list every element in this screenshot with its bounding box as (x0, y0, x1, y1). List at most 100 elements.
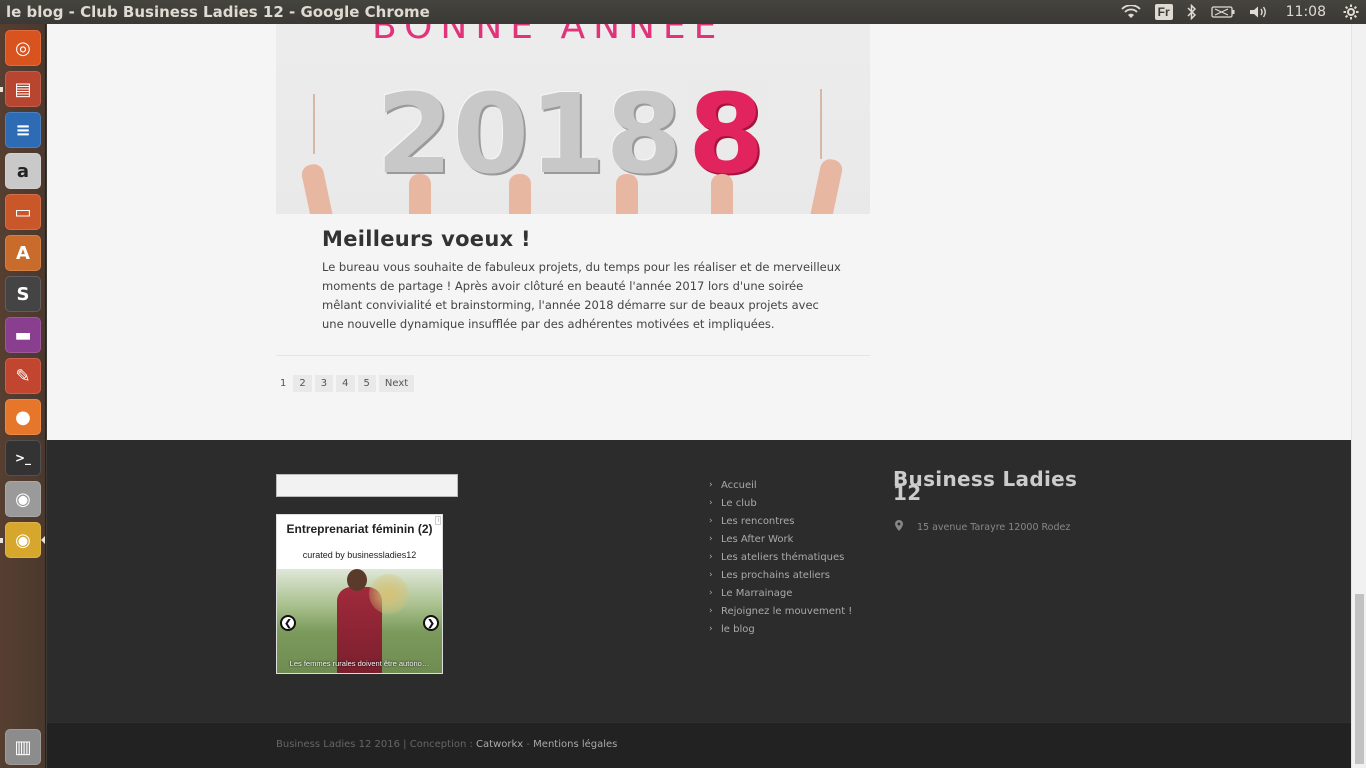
chevron-right-icon: › (709, 533, 713, 544)
chevron-right-icon: › (709, 623, 713, 634)
clock[interactable]: 11:08 (1276, 4, 1336, 20)
legal-link[interactable]: Mentions légales (533, 739, 617, 750)
footer-menu-label: Le Marrainage (721, 587, 793, 599)
camera-icon[interactable]: ◉ (5, 481, 41, 517)
running-indicator (0, 87, 3, 92)
footer-menu-item-le-club[interactable]: › Le club (709, 494, 852, 512)
hero-top-words: BONNE ANNEE (372, 24, 725, 47)
system-settings-icon[interactable]: ✎ (5, 358, 41, 394)
footer-brand: Business Ladies 12 (893, 467, 1078, 505)
app-window-icon[interactable]: ▬ (5, 317, 41, 353)
footer-menu-label: Les rencontres (721, 515, 795, 527)
chevron-right-icon: › (709, 497, 713, 508)
scoop-curated-by[interactable]: curated by businessladies12 (277, 550, 442, 560)
footer-menu-item-after-work[interactable]: › Les After Work (709, 530, 852, 548)
scrollbar-thumb[interactable] (1355, 594, 1364, 764)
focused-arrow-indicator (41, 536, 45, 544)
page-2-link[interactable]: 2 (293, 375, 312, 392)
chevron-right-icon: › (709, 479, 713, 490)
post-title[interactable]: Meilleurs voeux ! (322, 227, 531, 251)
wifi-icon[interactable] (1114, 0, 1148, 24)
hand-shape (616, 174, 638, 214)
woman-head (347, 569, 367, 591)
bluetooth-icon[interactable] (1180, 0, 1204, 24)
scoop-image[interactable]: ❮ ❯ Les femmes rurales doivent être auto… (277, 569, 442, 673)
footer-menu-label: Les ateliers thématiques (721, 551, 845, 563)
volume-icon[interactable] (1242, 0, 1276, 24)
ubuntu-dash-icon[interactable]: ◎ (5, 30, 41, 66)
hand-shape (409, 174, 431, 214)
next-arrow-icon[interactable]: ❯ (423, 615, 439, 631)
firefox-icon[interactable]: ● (5, 399, 41, 435)
launcher: ◎ ▤ ≡ a ▭ A S ▬ ✎ ● >_ ◉ ◉ ▥ (0, 24, 46, 768)
footer-menu-label: Les After Work (721, 533, 794, 545)
page-1: 1 (280, 378, 287, 389)
chevron-right-icon: › (709, 605, 713, 616)
footer-menu-item-marrainage[interactable]: › Le Marrainage (709, 584, 852, 602)
scoopit-widget[interactable]: Entreprenariat féminin (2) curated by bu… (276, 514, 443, 674)
indicator-area: Fr 11:08 (1114, 0, 1366, 24)
pagination: 1 2 3 4 5 Next (276, 375, 415, 392)
keyboard-layout-label: Fr (1154, 4, 1173, 20)
chrome-icon[interactable]: ◉ (5, 522, 41, 558)
running-indicator (0, 538, 3, 543)
footer-menu-item-rejoignez[interactable]: › Rejoignez le mouvement ! (709, 602, 852, 620)
sublime-text-icon[interactable]: S (5, 276, 41, 312)
hand-shape (300, 162, 334, 214)
scoop-caption[interactable]: Les femmes rurales doivent être autono… (277, 659, 442, 668)
libreoffice-impress-icon[interactable]: ▭ (5, 194, 41, 230)
page-4-link[interactable]: 4 (336, 375, 355, 392)
copyright-text: Business Ladies 12 2016 | Conception : (276, 739, 477, 750)
footer-address-text: 15 avenue Tarayre 12000 Rodez (917, 521, 1071, 533)
top-panel: le blog - Club Business Ladies 12 - Goog… (0, 0, 1366, 24)
hero-balloons-silver: 2018 (376, 79, 682, 189)
footer-search-input[interactable] (276, 474, 458, 497)
footer-menu-item-le-blog[interactable]: › le blog (709, 620, 852, 638)
hero-balloon-pink: 8 (688, 79, 768, 189)
chevron-right-icon: › (709, 587, 713, 598)
footer-menu-item-ateliers-thematiques[interactable]: › Les ateliers thématiques (709, 548, 852, 566)
copyright: Business Ladies 12 2016 | Conception : C… (276, 739, 617, 750)
keyboard-layout-indicator[interactable]: Fr (1148, 0, 1180, 24)
footer-address: 15 avenue Tarayre 12000 Rodez (895, 520, 1070, 534)
settings-gear-icon[interactable] (1336, 0, 1366, 24)
page-content: BONNE ANNEE 2018 8 Meilleurs voeux ! Le … (47, 24, 1351, 768)
page-5-link[interactable]: 5 (357, 375, 376, 392)
copyright-separator: - (523, 739, 534, 750)
post-featured-image[interactable]: BONNE ANNEE 2018 8 (276, 24, 870, 214)
footer-menu-item-accueil[interactable]: › Accueil (709, 476, 852, 494)
trash-icon[interactable]: ▥ (5, 729, 41, 765)
footer-menu-item-rencontres[interactable]: › Les rencontres (709, 512, 852, 530)
page-3-link[interactable]: 3 (314, 375, 334, 392)
post-excerpt: Le bureau vous souhaite de fabuleux proj… (322, 260, 841, 331)
post-divider (276, 355, 870, 356)
bottom-bar: Business Ladies 12 2016 | Conception : C… (47, 722, 1351, 768)
map-pin-icon (895, 520, 907, 534)
battery-icon[interactable] (1204, 0, 1242, 24)
footer-menu-label: le blog (721, 623, 755, 635)
scrollbar[interactable] (1351, 24, 1366, 768)
footer-menu-label: Le club (721, 497, 757, 509)
agency-link[interactable]: Catworkx (476, 739, 523, 750)
footer-menu-item-prochains-ateliers[interactable]: › Les prochains ateliers (709, 566, 852, 584)
hand-shape (711, 174, 733, 214)
terminal-icon[interactable]: >_ (5, 440, 41, 476)
chevron-right-icon: › (709, 569, 713, 580)
prev-arrow-icon[interactable]: ❮ (280, 615, 296, 631)
chevron-right-icon: › (709, 515, 713, 526)
ad-info-icon[interactable]: i (435, 516, 441, 525)
rice-sheaf (369, 574, 409, 614)
amazon-icon[interactable]: a (5, 153, 41, 189)
libreoffice-writer-icon[interactable]: ≡ (5, 112, 41, 148)
hand-shape (810, 157, 844, 214)
footer-menu-label: Les prochains ateliers (721, 569, 830, 581)
chevron-right-icon: › (709, 551, 713, 562)
scoop-title[interactable]: Entreprenariat féminin (2) (277, 522, 442, 536)
hand-shape (509, 174, 531, 214)
footer-menu: › Accueil › Le club › Les rencontres › Les A… (709, 476, 852, 638)
footer: Entreprenariat féminin (2) curated by bu… (47, 440, 1351, 722)
software-center-icon[interactable]: A (5, 235, 41, 271)
files-icon[interactable]: ▤ (5, 71, 41, 107)
next-page-link[interactable]: Next (378, 375, 415, 392)
footer-menu-label: Accueil (721, 479, 757, 491)
